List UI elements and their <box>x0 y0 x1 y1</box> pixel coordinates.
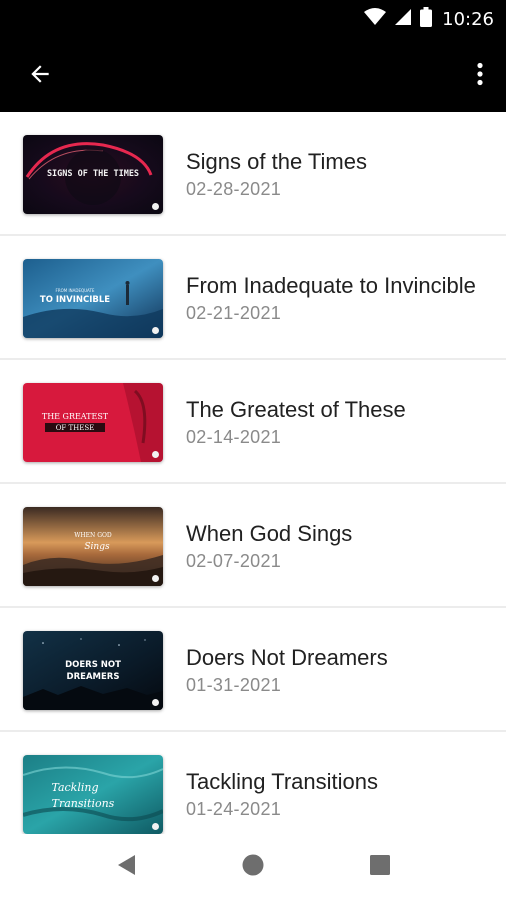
battery-icon <box>420 6 433 32</box>
sermon-thumbnail: Tackling Transitions <box>23 755 163 834</box>
thumbnail-title: SIGNS OF THE TIMES <box>47 169 139 179</box>
thumbnail-indicator <box>152 823 159 830</box>
back-triangle-icon <box>115 853 137 882</box>
list-item[interactable]: THE GREATEST OF THESE The Greatest of Th… <box>0 360 506 484</box>
sermon-title: Signs of the Times <box>186 149 367 174</box>
thumbnail-title-line2: DREAMERS <box>67 672 120 682</box>
back-button[interactable] <box>20 56 60 96</box>
home-circle-icon <box>241 853 265 882</box>
sermon-date: 01-31-2021 <box>186 675 282 695</box>
nav-recents-button[interactable] <box>365 852 395 882</box>
thumbnail-title: TO INVINCIBLE <box>40 295 110 305</box>
thumbnail-title: WHEN GOD <box>74 532 112 539</box>
thumbnail-title: DOERS NOT <box>65 660 121 670</box>
sermon-title: Tackling Transitions <box>186 769 378 794</box>
nav-home-button[interactable] <box>238 852 268 882</box>
list-item[interactable]: FROM INADEQUATE TO INVINCIBLE From Inade… <box>0 236 506 360</box>
sermon-title: When God Sings <box>186 521 353 546</box>
thumbnail-title-line2: Sings <box>84 542 110 552</box>
sermon-list[interactable]: SIGNS OF THE TIMES Signs of the Times 02… <box>0 112 506 834</box>
sermon-date: 02-28-2021 <box>186 179 282 199</box>
sermon-thumbnail: DOERS NOT DREAMERS <box>23 631 163 710</box>
list-item[interactable]: SIGNS OF THE TIMES Signs of the Times 02… <box>0 112 506 236</box>
app-bar <box>0 38 506 112</box>
arrow-left-icon <box>27 61 53 92</box>
nav-back-button[interactable] <box>111 852 141 882</box>
thumbnail-indicator <box>152 575 159 582</box>
sermon-date: 02-21-2021 <box>186 303 282 323</box>
status-bar: 10:26 <box>0 0 506 38</box>
more-vert-icon <box>477 62 483 91</box>
list-item[interactable]: WHEN GOD Sings When God Sings 02-07-2021 <box>0 484 506 608</box>
thumbnail-indicator <box>152 699 159 706</box>
thumbnail-indicator <box>152 203 159 210</box>
thumbnail-indicator <box>152 451 159 458</box>
sermon-thumbnail: SIGNS OF THE TIMES <box>23 135 163 214</box>
sermon-date: 02-14-2021 <box>186 427 282 447</box>
thumbnail-indicator <box>152 327 159 334</box>
sermon-thumbnail: THE GREATEST OF THESE <box>23 383 163 462</box>
sermon-title: Doers Not Dreamers <box>186 645 388 670</box>
list-item[interactable]: Tackling Transitions Tackling Transition… <box>0 732 506 834</box>
thumbnail-title-line2: Transitions <box>52 797 115 810</box>
overflow-menu-button[interactable] <box>468 56 492 96</box>
thumbnail-title: THE GREATEST <box>42 412 109 421</box>
thumbnail-title: Tackling <box>51 781 98 794</box>
thumbnail-title-line2: OF THESE <box>56 424 95 432</box>
sermon-thumbnail: FROM INADEQUATE TO INVINCIBLE <box>23 259 163 338</box>
sermon-title: From Inadequate to Invincible <box>186 273 476 298</box>
clock: 10:26 <box>442 8 494 30</box>
status-icons: 10:26 <box>364 6 494 32</box>
sermon-date: 01-24-2021 <box>186 799 282 819</box>
cell-signal-icon <box>394 8 412 31</box>
sermon-date: 02-07-2021 <box>186 551 282 571</box>
sermon-title: The Greatest of These <box>186 397 406 422</box>
system-nav-bar <box>0 834 506 900</box>
wifi-icon <box>364 7 387 31</box>
recents-square-icon <box>369 854 391 881</box>
sermon-thumbnail: WHEN GOD Sings <box>23 507 163 586</box>
list-item[interactable]: DOERS NOT DREAMERS Doers Not Dreamers 01… <box>0 608 506 732</box>
thumbnail-subtitle: FROM INADEQUATE <box>56 288 95 293</box>
